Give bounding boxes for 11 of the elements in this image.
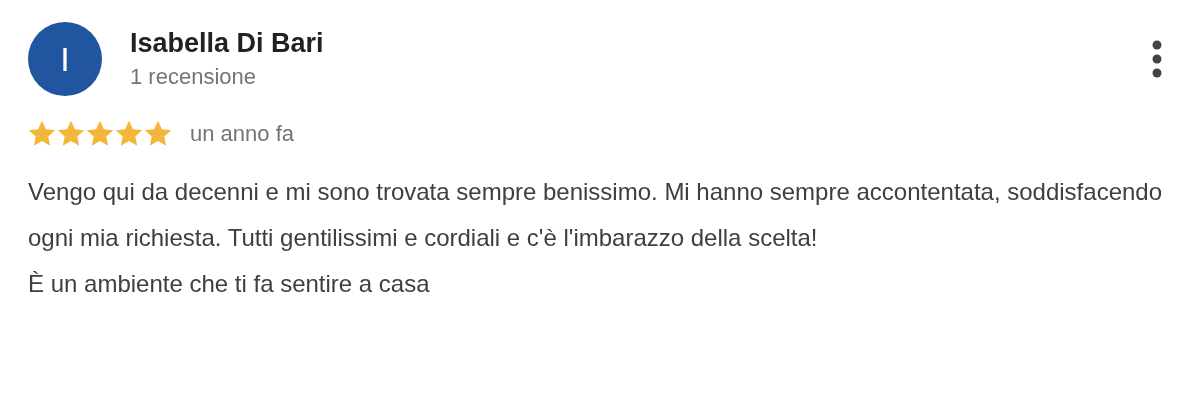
star-icon: [57, 120, 85, 147]
star-icon: [86, 120, 114, 147]
review-text: Vengo qui da decenni e mi sono trovata sempre benissimo. Mi hanno sempre accontentata, soddisfacendo ogni mia richiesta. Tutti gentilissimi e cordiali e c'è l'imbarazzo della scelta!: [28, 177, 1164, 253]
star-icon: [28, 120, 56, 147]
star-icon: [144, 120, 172, 147]
author-name: Isabella Di Bari: [130, 27, 325, 60]
review-text: È un ambiente che ti fa sentire a casa: [28, 269, 431, 299]
review-time: un anno fa: [190, 120, 294, 147]
avatar: I: [28, 22, 102, 96]
review-count: 1 recensione: [130, 63, 257, 91]
star-icon: [115, 120, 143, 147]
